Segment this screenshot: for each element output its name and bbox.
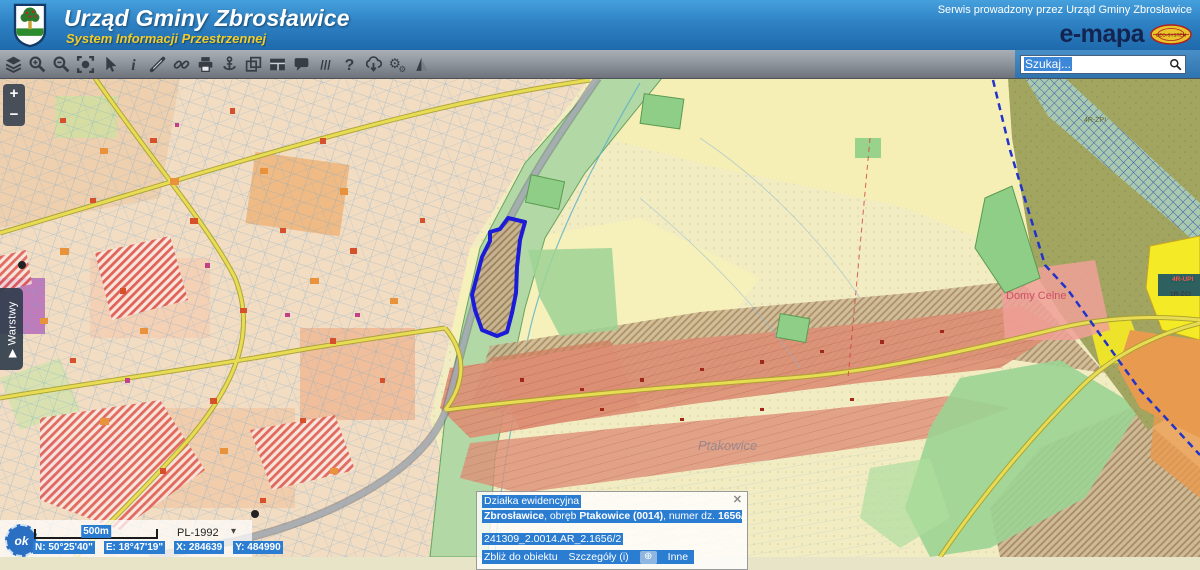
comment-icon[interactable] [291, 52, 312, 76]
select-cursor-icon[interactable] [99, 52, 120, 76]
crest-logo [10, 3, 50, 48]
settings-icon[interactable]: ⚙⚙ [387, 52, 408, 76]
header-bar: Urząd Gminy Zbrosławice System Informacj… [0, 0, 1200, 50]
coordinate-chip: N: 50°25'40" [33, 541, 95, 554]
coordinate-chip: X: 284639 [174, 541, 224, 554]
chevron-down-icon[interactable]: ▾ [231, 526, 236, 537]
search-zone: Szukaj... [1015, 50, 1200, 78]
download-icon[interactable] [363, 52, 384, 76]
scale-bar: 500m [34, 529, 158, 539]
emapa-logo: e-mapa [1059, 20, 1144, 49]
zoom-in-icon[interactable] [27, 52, 48, 76]
insert-point-icon[interactable] [219, 52, 240, 76]
info-icon[interactable]: i [123, 52, 144, 76]
map-canvas[interactable] [0, 78, 1200, 557]
crs-selector[interactable]: PL-1992 [177, 527, 219, 539]
full-extent-icon[interactable] [75, 52, 96, 76]
svg-text:i: i [131, 56, 136, 73]
parcel-id: 241309_2.0014.AR_2.1656/2 [482, 533, 623, 545]
svg-text:?: ? [345, 56, 355, 73]
zoom-in-button[interactable]: + [3, 85, 25, 102]
coordinate-chip: Y: 484990 [233, 541, 282, 554]
action-other[interactable]: Inne [668, 550, 688, 564]
service-note: Serwis prowadzony przez Urząd Gminy Zbro… [938, 4, 1192, 16]
page-subtitle: System Informacji Przestrzennej [66, 31, 266, 46]
parcel-description: Zbrosławice, obręb Ptakowice (0014), num… [482, 510, 742, 523]
parcel-popup: Działka ewidencyjna ✕ Zbrosławice, obręb… [476, 491, 748, 570]
measure-icon[interactable] [147, 52, 168, 76]
zoom-out-button[interactable]: − [3, 106, 25, 123]
search-icon[interactable] [1169, 58, 1182, 71]
popup-actions: Zbliż do obiektu Szczegóły (i) ⊕ Inne [482, 550, 694, 564]
layers-icon[interactable] [3, 52, 24, 76]
layers-tab-label: Warstwy [6, 301, 18, 345]
main-toolbar: i ///? ⚙⚙ Szukaj... [0, 50, 1200, 79]
svg-text:⚙: ⚙ [398, 63, 406, 73]
search-value[interactable]: Szukaj... [1024, 57, 1072, 71]
geo-system-logo-icon: GEO-SYSTEM [1150, 24, 1192, 45]
zoom-out-icon[interactable] [51, 52, 72, 76]
navigate-icon[interactable] [411, 52, 432, 76]
coordinate-chip: E: 18°47'19" [104, 541, 165, 554]
svg-text:///: /// [320, 58, 331, 72]
close-icon[interactable]: ✕ [733, 495, 742, 506]
page-title: Urząd Gminy Zbrosławice [64, 5, 350, 32]
search-input[interactable]: Szukaj... [1020, 55, 1186, 74]
coordinate-readout: N: 50°25'40" E: 18°47'19" X: 284639 Y: 4849… [33, 541, 283, 554]
action-details[interactable]: Szczegóły (i) [569, 550, 629, 564]
link-icon[interactable] [171, 52, 192, 76]
scale-label: 500m [81, 525, 111, 538]
action-zoom-to-object[interactable]: Zbliż do obiektu [484, 550, 558, 564]
popup-title: Działka ewidencyjna [482, 495, 581, 508]
layers-panel-tab[interactable]: ▶ Warstwy [0, 288, 23, 370]
copy-view-icon[interactable] [243, 52, 264, 76]
draw-hatch-icon[interactable]: /// [315, 52, 336, 76]
layout-panels-icon[interactable] [267, 52, 288, 76]
zoom-control: + − [3, 84, 25, 126]
circle-plus-icon[interactable]: ⊕ [640, 551, 657, 564]
expand-arrow-icon: ▶ [6, 348, 18, 357]
svg-text:GEO-SYSTEM: GEO-SYSTEM [1156, 32, 1187, 37]
help-icon[interactable]: ? [339, 52, 360, 76]
print-icon[interactable] [195, 52, 216, 76]
